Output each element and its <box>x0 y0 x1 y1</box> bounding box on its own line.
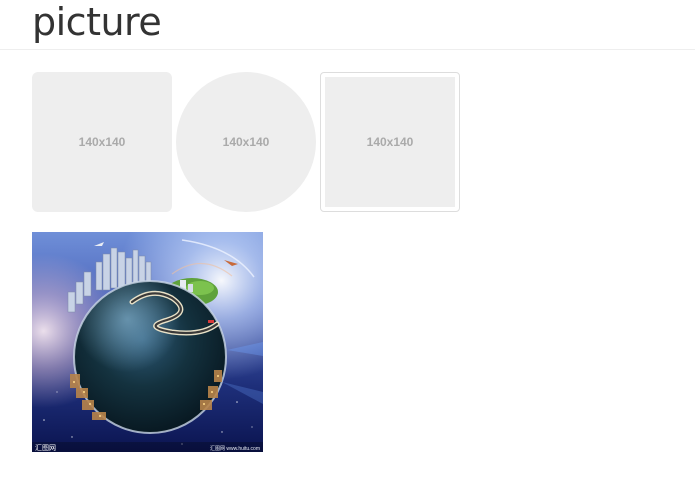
circle-image-placeholder: 140x140 <box>176 72 316 212</box>
tiny-planet-city-photo: 汇图网 汇图网 www.huitu.com <box>32 232 263 452</box>
page-header: picture <box>0 0 695 50</box>
photo-watermark-logo: 汇图网 <box>35 444 56 452</box>
photo-watermark-site: 汇图网 www.huitu.com <box>210 445 260 452</box>
page-title: picture <box>32 0 162 44</box>
placeholder-size-label: 140x140 <box>222 135 270 149</box>
thumbnail-image-placeholder: 140x140 <box>320 72 460 212</box>
placeholder-size-label: 140x140 <box>78 135 126 149</box>
page: picture 140x140 140x140 140x140 汇图网 汇图网 … <box>0 0 695 481</box>
placeholder-size-label: 140x140 <box>366 135 414 149</box>
rounded-image-placeholder: 140x140 <box>32 72 172 212</box>
thumbnail-inner: 140x140 <box>325 77 455 207</box>
